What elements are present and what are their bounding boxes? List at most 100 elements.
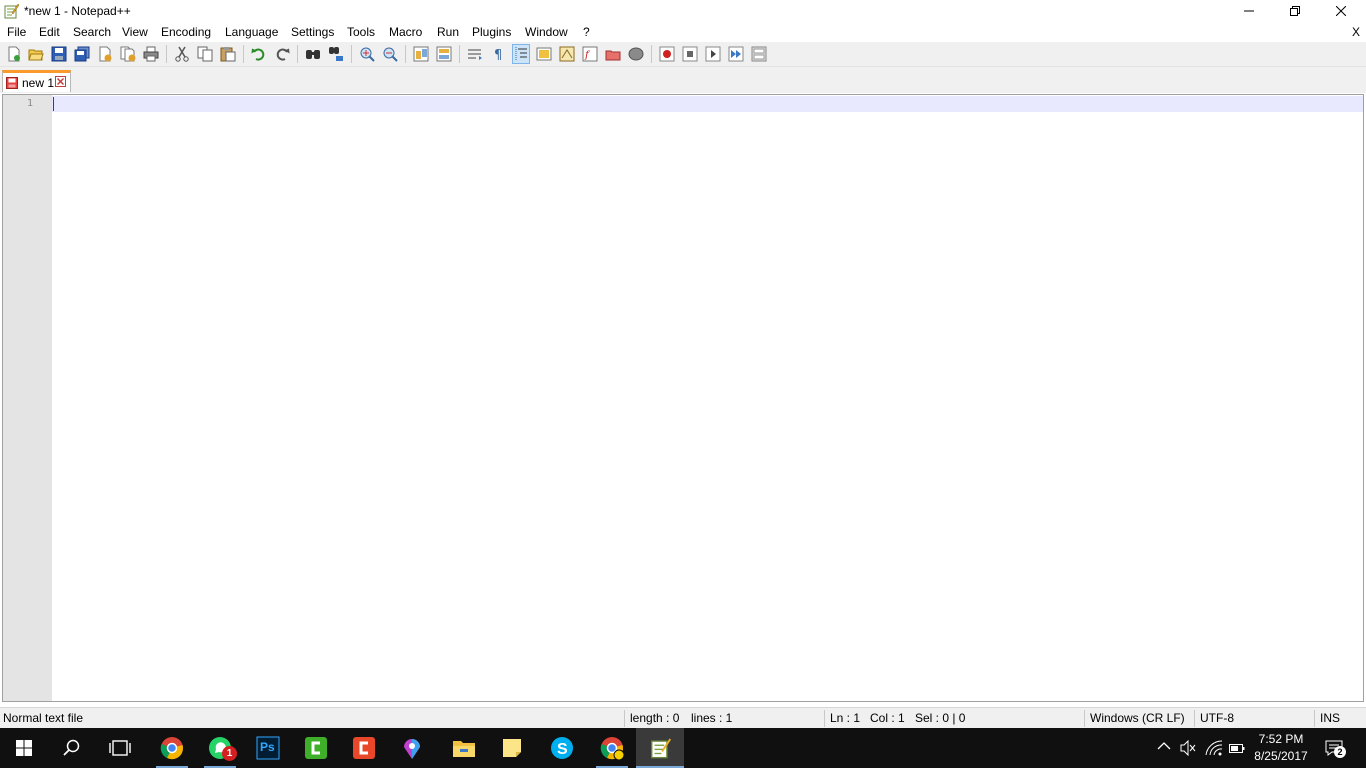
search-icon — [63, 739, 80, 756]
close-document-button[interactable]: X — [1352, 25, 1360, 39]
camtasia-recorder-icon — [353, 737, 375, 759]
copy-icon[interactable] — [197, 46, 213, 62]
show-hidden-icons-icon[interactable] — [1157, 741, 1171, 751]
menu-plugins[interactable]: Plugins — [472, 25, 511, 39]
sync-vertical-icon[interactable] — [413, 46, 429, 62]
clock-time[interactable]: 7:52 PM — [1250, 732, 1312, 746]
taskbar-maps[interactable] — [388, 728, 436, 768]
notification-count: 2 — [1334, 746, 1346, 758]
sync-horizontal-icon[interactable] — [436, 46, 452, 62]
search-button[interactable] — [48, 728, 96, 768]
menu-search[interactable]: Search — [73, 25, 111, 39]
menu-encoding[interactable]: Encoding — [161, 25, 211, 39]
volume-muted-icon[interactable] — [1180, 740, 1196, 756]
toolbar-separator — [405, 45, 406, 63]
clock-date[interactable]: 8/25/2017 — [1250, 749, 1312, 763]
battery-icon[interactable] — [1229, 742, 1245, 754]
taskbar-camtasia[interactable] — [292, 728, 340, 768]
restore-button[interactable] — [1272, 0, 1318, 22]
menu-settings[interactable]: Settings — [291, 25, 334, 39]
save-icon[interactable] — [51, 46, 67, 62]
doc-map-icon[interactable] — [559, 46, 575, 62]
minimize-button[interactable] — [1226, 0, 1272, 22]
record-macro-icon[interactable] — [659, 46, 675, 62]
user-language-icon[interactable] — [536, 46, 552, 62]
menu-help[interactable]: ? — [583, 25, 590, 39]
find-icon[interactable] — [305, 46, 321, 62]
chrome-icon — [160, 737, 183, 760]
menu-edit[interactable]: Edit — [39, 25, 60, 39]
sticky-notes-icon — [503, 739, 521, 757]
taskbar-sticky-notes[interactable] — [488, 728, 536, 768]
text-caret — [53, 97, 54, 111]
close-all-icon[interactable] — [120, 46, 136, 62]
notepadpp-app-icon[interactable] — [3, 3, 19, 19]
taskbar-skype[interactable]: S — [538, 728, 586, 768]
restore-icon — [1290, 6, 1300, 16]
taskbar-whatsapp[interactable]: 1 — [196, 728, 244, 768]
taskbar-chrome[interactable] — [148, 728, 196, 768]
zoom-out-icon[interactable] — [382, 46, 398, 62]
current-line-highlight — [52, 96, 1363, 112]
monitoring-icon[interactable] — [628, 46, 644, 62]
status-bar: Normal text file length : 0 lines : 1 Ln… — [0, 707, 1366, 729]
taskbar-camtasia-recorder[interactable] — [340, 728, 388, 768]
start-button[interactable] — [0, 728, 48, 768]
status-length: length : 0 — [630, 711, 680, 725]
menu-view[interactable]: View — [122, 25, 148, 39]
replace-icon[interactable] — [328, 46, 344, 62]
chrome-profile-icon — [600, 737, 624, 760]
status-divider — [624, 710, 625, 727]
task-view-button[interactable] — [96, 728, 144, 768]
menu-window[interactable]: Window — [525, 25, 568, 39]
menu-run[interactable]: Run — [437, 25, 459, 39]
save-all-icon[interactable] — [74, 46, 90, 62]
file-explorer-icon — [453, 741, 475, 757]
stop-macro-icon[interactable] — [682, 46, 698, 62]
menu-language[interactable]: Language — [225, 25, 278, 39]
function-list-icon[interactable]: f — [582, 46, 598, 62]
paste-icon[interactable] — [220, 46, 236, 62]
close-file-icon[interactable] — [97, 46, 113, 62]
notification-badge: 1 — [222, 746, 237, 761]
new-file-icon[interactable] — [6, 46, 22, 62]
taskbar-photoshop[interactable]: Ps — [244, 728, 292, 768]
toolbar-separator — [651, 45, 652, 63]
close-icon — [1336, 6, 1346, 16]
taskbar-file-explorer[interactable] — [440, 728, 488, 768]
menu-tools[interactable]: Tools — [347, 25, 375, 39]
tab-new-1[interactable]: new 1 — [2, 70, 71, 92]
zoom-in-icon[interactable] — [359, 46, 375, 62]
status-divider — [1314, 710, 1315, 727]
close-window-button[interactable] — [1318, 0, 1364, 22]
menu-bar: File Edit Search View Encoding Language … — [0, 22, 1366, 42]
menu-file[interactable]: File — [7, 25, 26, 39]
minimize-icon — [1244, 10, 1254, 12]
wifi-icon[interactable] — [1205, 740, 1223, 756]
undo-icon[interactable] — [251, 46, 267, 62]
windows-logo-icon — [16, 740, 32, 756]
menu-macro[interactable]: Macro — [389, 25, 422, 39]
redo-icon[interactable] — [274, 46, 290, 62]
play-macro-icon[interactable] — [705, 46, 721, 62]
notepadpp-icon — [651, 738, 671, 759]
taskbar-notepadpp[interactable] — [636, 728, 684, 768]
toolbar: ¶ f — [0, 42, 1366, 67]
text-editor[interactable]: 1 — [2, 94, 1364, 702]
folder-workspace-icon[interactable] — [605, 46, 621, 62]
word-wrap-icon[interactable] — [467, 46, 483, 62]
show-all-chars-icon[interactable]: ¶ — [490, 46, 506, 62]
print-icon[interactable] — [143, 46, 159, 62]
tab-label: new 1 — [22, 76, 55, 90]
status-divider — [824, 710, 825, 727]
svg-text:¶: ¶ — [494, 48, 502, 62]
save-macro-icon[interactable] — [751, 46, 767, 62]
indent-guide-icon[interactable] — [512, 44, 530, 64]
run-macro-multiple-icon[interactable] — [728, 46, 744, 62]
status-divider — [1194, 710, 1195, 727]
tab-close-icon[interactable] — [55, 76, 66, 87]
open-file-icon[interactable] — [28, 46, 44, 62]
toolbar-separator — [297, 45, 298, 63]
taskbar-chrome-profile[interactable] — [588, 728, 636, 768]
cut-icon[interactable] — [174, 46, 190, 62]
